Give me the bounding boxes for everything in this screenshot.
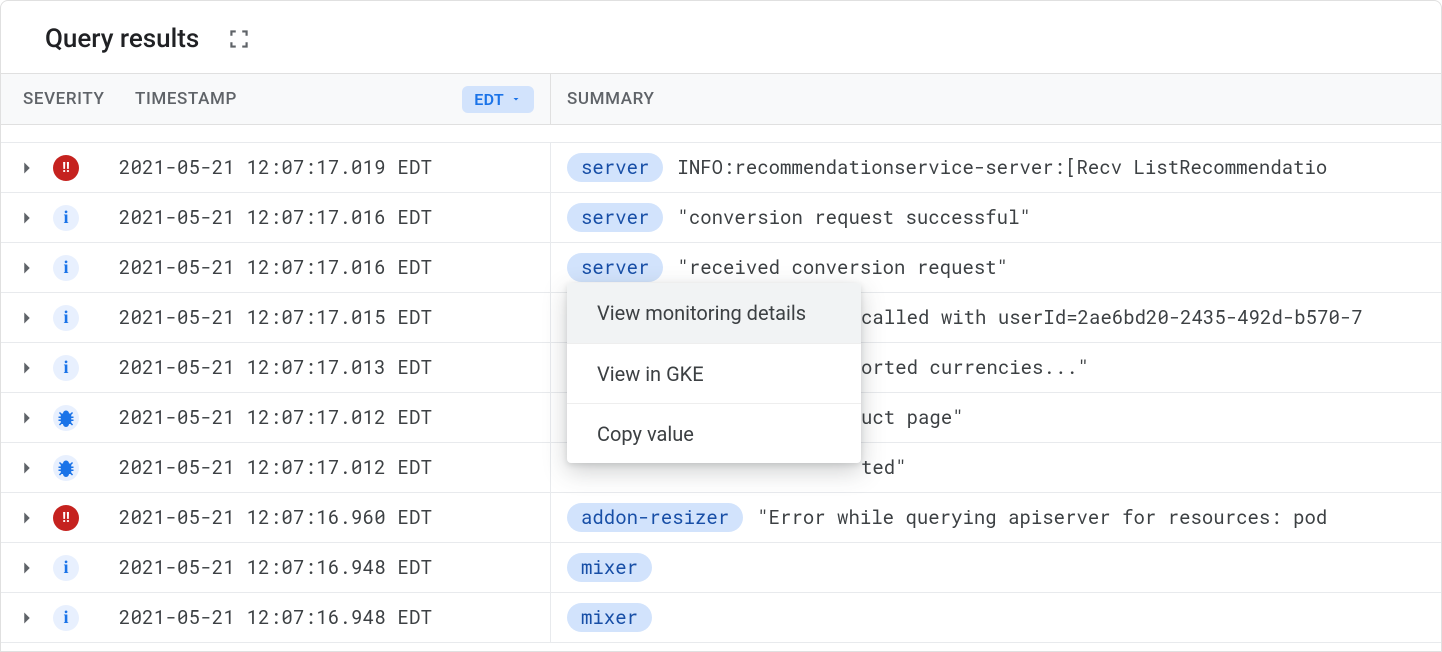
log-message: orted currencies..." xyxy=(861,355,1089,380)
chevron-right-icon xyxy=(16,607,38,629)
table-row[interactable]: !! 2021-05-21 12:07:17.019 EDT server IN… xyxy=(1,143,1441,193)
error-icon: !! xyxy=(53,155,79,181)
table-row[interactable]: i 2021-05-21 12:07:16.948 EDT mixer xyxy=(1,543,1441,593)
log-message: "conversion request successful" xyxy=(677,205,1030,230)
severity-cell: !! xyxy=(53,155,119,181)
column-header-timestamp-label: TIMESTAMP xyxy=(135,89,237,109)
table-row[interactable] xyxy=(1,125,1441,143)
log-message: INFO:recommendationservice-server:[Recv … xyxy=(677,155,1327,180)
timestamp-cell: 2021-05-21 12:07:17.012 EDT xyxy=(119,393,551,442)
chevron-right-icon xyxy=(16,457,38,479)
expand-row-button[interactable] xyxy=(1,207,53,229)
severity-cell: i xyxy=(53,255,119,281)
timestamp-cell: 2021-05-21 12:07:16.948 EDT xyxy=(119,593,551,642)
expand-row-button[interactable] xyxy=(1,257,53,279)
info-icon: i xyxy=(53,205,79,231)
summary-cell: server "conversion request successful" xyxy=(551,203,1441,232)
log-message: ted" xyxy=(861,455,907,480)
log-tag[interactable]: server xyxy=(567,253,663,282)
summary-cell: addon-resizer "Error while querying apis… xyxy=(551,503,1441,532)
debug-icon xyxy=(53,405,79,431)
chevron-right-icon xyxy=(16,157,38,179)
menu-item-copy-value[interactable]: Copy value xyxy=(567,403,861,463)
timestamp-cell: 2021-05-21 12:07:17.015 EDT xyxy=(119,293,551,342)
column-header-severity[interactable]: SEVERITY xyxy=(1,89,119,109)
timestamp-cell: 2021-05-21 12:07:17.016 EDT xyxy=(119,193,551,242)
log-tag[interactable]: mixer xyxy=(567,553,652,582)
log-tag[interactable]: mixer xyxy=(567,603,652,632)
debug-icon xyxy=(53,455,79,481)
expand-row-button[interactable] xyxy=(1,307,53,329)
log-message: called with userId=2ae6bd20-2435-492d-b5… xyxy=(861,305,1363,330)
severity-cell: i xyxy=(53,305,119,331)
timestamp-cell: 2021-05-21 12:07:17.012 EDT xyxy=(119,443,551,492)
expand-row-button[interactable] xyxy=(1,157,53,179)
expand-row-button[interactable] xyxy=(1,507,53,529)
chevron-right-icon xyxy=(16,557,38,579)
timestamp-cell: 2021-05-21 12:07:16.948 EDT xyxy=(119,543,551,592)
log-tag[interactable]: addon-resizer xyxy=(567,503,743,532)
summary-cell: server "received conversion request" xyxy=(551,253,1441,282)
severity-cell: !! xyxy=(53,505,119,531)
chevron-right-icon xyxy=(16,507,38,529)
menu-item-view-monitoring[interactable]: View monitoring details xyxy=(567,283,861,343)
chevron-right-icon xyxy=(16,257,38,279)
column-header-timestamp[interactable]: TIMESTAMP EDT xyxy=(119,74,551,124)
column-header-summary[interactable]: SUMMARY xyxy=(551,89,1441,109)
log-message: "Error while querying apiserver for reso… xyxy=(757,505,1327,530)
chevron-right-icon xyxy=(16,307,38,329)
severity-cell: i xyxy=(53,355,119,381)
fullscreen-icon xyxy=(226,26,252,52)
expand-row-button[interactable] xyxy=(1,457,53,479)
timezone-dropdown[interactable]: EDT xyxy=(462,86,534,113)
severity-cell xyxy=(53,455,119,481)
summary-cell: mixer xyxy=(551,603,1441,632)
info-icon: i xyxy=(53,305,79,331)
severity-cell: i xyxy=(53,555,119,581)
chevron-right-icon xyxy=(16,207,38,229)
expand-row-button[interactable] xyxy=(1,357,53,379)
timestamp-cell: 2021-05-21 12:07:17.016 EDT xyxy=(119,243,551,292)
timestamp-cell: 2021-05-21 12:07:17.019 EDT xyxy=(119,143,551,192)
chevron-right-icon xyxy=(16,407,38,429)
menu-item-view-gke[interactable]: View in GKE xyxy=(567,343,861,403)
severity-cell xyxy=(53,405,119,431)
expand-row-button[interactable] xyxy=(1,407,53,429)
context-menu: View monitoring details View in GKE Copy… xyxy=(567,283,861,463)
summary-cell: mixer xyxy=(551,553,1441,582)
log-message: "received conversion request" xyxy=(677,255,1008,280)
severity-cell: i xyxy=(53,605,119,631)
log-tag[interactable]: server xyxy=(567,153,663,182)
page-title: Query results xyxy=(45,24,199,54)
panel-header: Query results xyxy=(1,1,1441,73)
log-tag[interactable]: server xyxy=(567,203,663,232)
query-results-panel: Query results SEVERITY TIMESTAMP EDT SUM… xyxy=(0,0,1442,652)
error-icon: !! xyxy=(53,505,79,531)
timezone-label: EDT xyxy=(474,90,504,109)
fullscreen-button[interactable] xyxy=(219,19,259,59)
table-row[interactable] xyxy=(1,643,1441,652)
chevron-right-icon xyxy=(16,357,38,379)
table-row[interactable]: i 2021-05-21 12:07:16.948 EDT mixer xyxy=(1,593,1441,643)
info-icon: i xyxy=(53,605,79,631)
info-icon: i xyxy=(53,255,79,281)
timestamp-cell: 2021-05-21 12:07:16.960 EDT xyxy=(119,493,551,542)
info-icon: i xyxy=(53,555,79,581)
log-message: uct page" xyxy=(861,405,964,430)
chevron-down-icon xyxy=(510,93,522,105)
table-row[interactable]: i 2021-05-21 12:07:17.016 EDT server "co… xyxy=(1,193,1441,243)
table-row[interactable]: !! 2021-05-21 12:07:16.960 EDT addon-res… xyxy=(1,493,1441,543)
table-header-row: SEVERITY TIMESTAMP EDT SUMMARY xyxy=(1,73,1441,125)
timestamp-cell: 2021-05-21 12:07:17.013 EDT xyxy=(119,343,551,392)
severity-cell: i xyxy=(53,205,119,231)
expand-row-button[interactable] xyxy=(1,607,53,629)
expand-row-button[interactable] xyxy=(1,557,53,579)
summary-cell: server INFO:recommendationservice-server… xyxy=(551,153,1441,182)
info-icon: i xyxy=(53,355,79,381)
